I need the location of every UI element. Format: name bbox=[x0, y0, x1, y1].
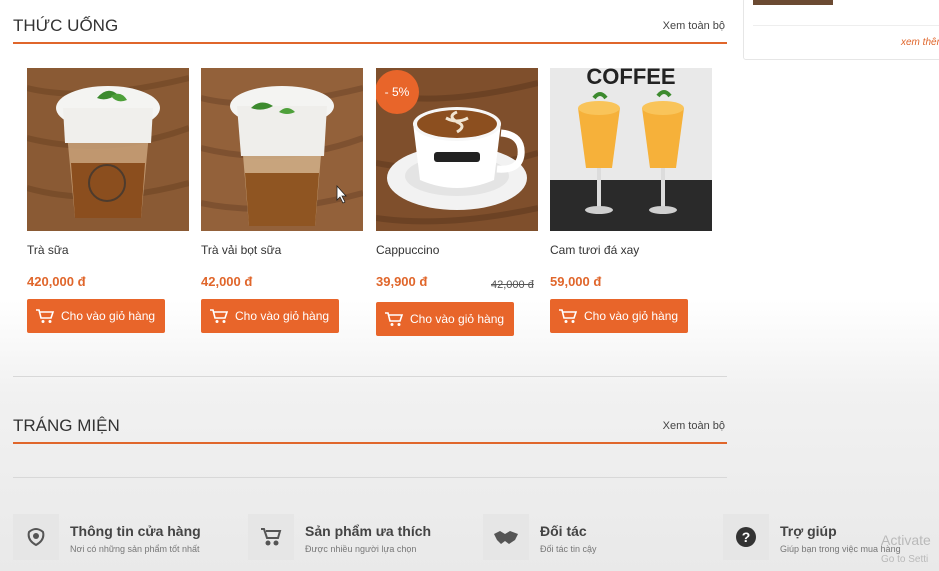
section-header-desserts: TRÁNG MIỆN Xem toàn bộ bbox=[13, 412, 727, 444]
product-image[interactable]: COFFEE bbox=[550, 68, 712, 231]
activation-watermark: Activate bbox=[881, 532, 931, 548]
info-title: Trợ giúp bbox=[780, 523, 837, 539]
see-more-link[interactable]: xem thêm bbox=[901, 37, 939, 48]
product-name[interactable]: Trà vải bọt sữa bbox=[201, 243, 281, 257]
divider bbox=[753, 25, 939, 26]
product-image[interactable] bbox=[201, 68, 363, 231]
info-title: Sản phẩm ưa thích bbox=[305, 523, 432, 539]
add-to-cart-label: Cho vào giỏ hàng bbox=[584, 309, 679, 323]
cart-icon bbox=[36, 309, 55, 323]
product-price: 42,000 đ bbox=[201, 274, 253, 289]
product-name[interactable]: Trà sữa bbox=[27, 243, 69, 257]
info-title: Đối tác bbox=[540, 523, 587, 539]
add-to-cart-button[interactable]: Cho vào giỏ hàng bbox=[27, 299, 166, 333]
cart-icon bbox=[210, 309, 229, 323]
info-bar: Thông tin cửa hàng Nơi có những sản phẩm… bbox=[0, 506, 939, 568]
product-image[interactable]: - 5% bbox=[376, 68, 538, 231]
sale-badge: - 5% bbox=[376, 70, 419, 114]
activation-watermark-sub: Go to Setti bbox=[881, 554, 929, 565]
section-divider bbox=[13, 477, 727, 478]
add-to-cart-button[interactable]: Cho vào giỏ hàng bbox=[376, 302, 515, 336]
section-title: THỨC UỐNG bbox=[13, 16, 119, 35]
handshake-icon bbox=[483, 514, 529, 560]
section-header-drinks: THỨC UỐNG Xem toàn bộ bbox=[13, 12, 727, 44]
product-price: 420,000 đ bbox=[27, 274, 86, 289]
stroller-icon bbox=[248, 514, 294, 560]
product-image[interactable] bbox=[27, 68, 189, 231]
svg-text:?: ? bbox=[742, 529, 751, 545]
add-to-cart-button[interactable]: Cho vào giỏ hàng bbox=[201, 299, 340, 333]
add-to-cart-label: Cho vào giỏ hàng bbox=[410, 312, 505, 326]
cart-icon bbox=[385, 312, 404, 326]
add-to-cart-label: Cho vào giỏ hàng bbox=[235, 309, 330, 323]
product-name[interactable]: Cappuccino bbox=[376, 243, 439, 257]
info-title: Thông tin cửa hàng bbox=[70, 523, 201, 539]
section-title: TRÁNG MIỆN bbox=[13, 416, 120, 435]
info-subtitle: Nơi có những sản phẩm tốt nhất bbox=[70, 544, 200, 554]
add-to-cart-label: Cho vào giỏ hàng bbox=[61, 309, 156, 323]
cart-icon bbox=[559, 309, 578, 323]
add-to-cart-button[interactable]: Cho vào giỏ hàng bbox=[550, 299, 689, 333]
product-old-price: 42,000 đ bbox=[491, 279, 534, 291]
sidebar-thumbnail[interactable] bbox=[753, 0, 833, 5]
store-info-icon bbox=[13, 514, 59, 560]
product-name[interactable]: Cam tươi đá xay bbox=[550, 243, 639, 257]
help-icon: ? bbox=[723, 514, 769, 560]
info-subtitle: Đối tác tin cậy bbox=[540, 544, 597, 554]
info-subtitle: Được nhiều người lựa chọn bbox=[305, 544, 417, 554]
product-price: 59,000 đ bbox=[550, 274, 602, 289]
svg-text:COFFEE: COFFEE bbox=[586, 68, 675, 89]
view-all-link[interactable]: Xem toàn bộ bbox=[663, 420, 725, 432]
product-price: 39,900 đ bbox=[376, 274, 428, 289]
section-divider bbox=[13, 376, 727, 377]
view-all-link[interactable]: Xem toàn bộ bbox=[663, 20, 725, 32]
sidebar-box: xem thêm bbox=[743, 0, 939, 60]
